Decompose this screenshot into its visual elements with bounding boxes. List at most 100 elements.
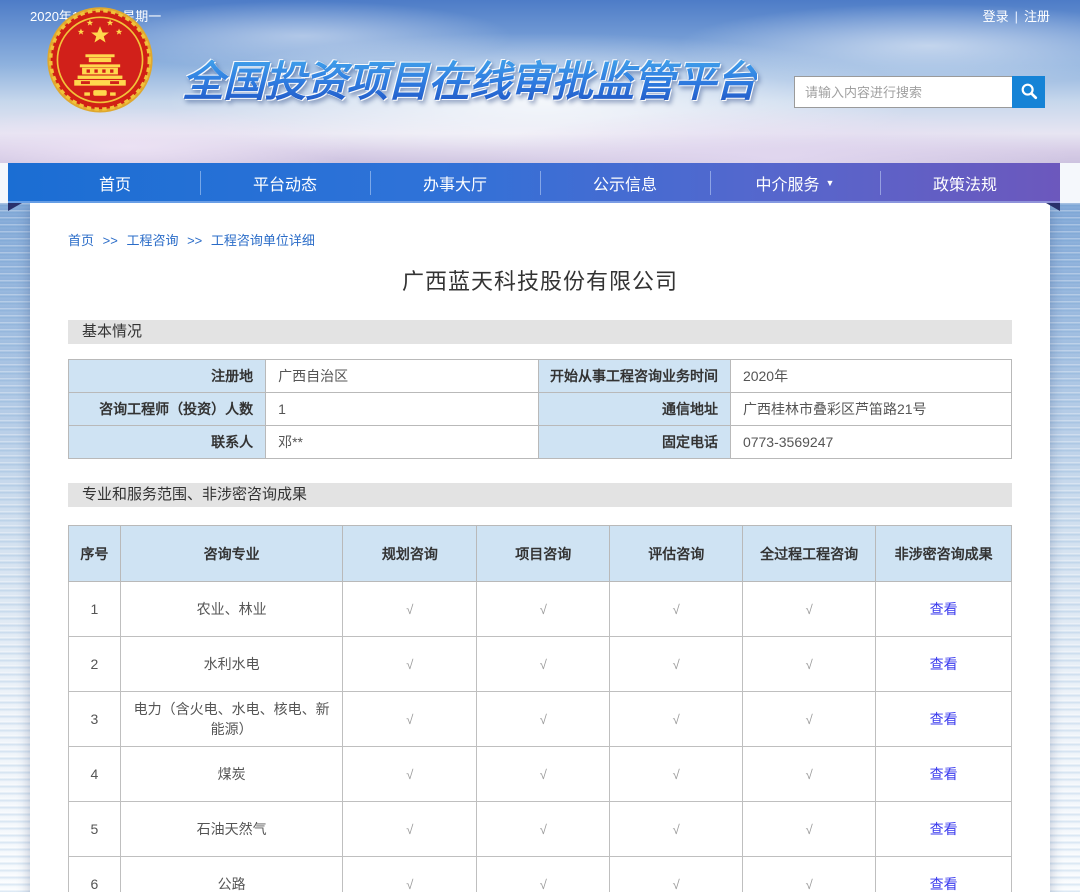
checkmark: √ bbox=[610, 747, 743, 802]
view-link[interactable]: 查看 bbox=[930, 821, 958, 837]
field-value: 0773-3569247 bbox=[730, 426, 1011, 459]
row-specialty: 煤炭 bbox=[120, 747, 343, 802]
field-label: 咨询工程师（投资）人数 bbox=[69, 393, 266, 426]
row-no: 4 bbox=[69, 747, 121, 802]
breadcrumb-separator: >> bbox=[187, 233, 202, 248]
checkmark: √ bbox=[743, 637, 876, 692]
row-no: 6 bbox=[69, 857, 121, 892]
table-row: 6 公路 √ √ √ √ 查看 bbox=[69, 857, 1012, 892]
checkmark: √ bbox=[743, 582, 876, 637]
table-row: 3 电力（含火电、水电、核电、新能源） √ √ √ √ 查看 bbox=[69, 692, 1012, 747]
search-icon bbox=[1020, 82, 1038, 103]
breadcrumb: 首页 >> 工程咨询 >> 工程咨询单位详细 bbox=[68, 230, 1012, 249]
col-header-results: 非涉密咨询成果 bbox=[876, 526, 1012, 582]
page-title: 广西蓝天科技股份有限公司 bbox=[68, 264, 1012, 296]
col-header-evaluation: 评估咨询 bbox=[610, 526, 743, 582]
field-value: 广西桂林市叠彩区芦笛路21号 bbox=[730, 393, 1011, 426]
nav-item-policies[interactable]: 政策法规 bbox=[880, 163, 1050, 203]
content-card: 首页 >> 工程咨询 >> 工程咨询单位详细 广西蓝天科技股份有限公司 基本情况… bbox=[30, 203, 1050, 892]
checkmark: √ bbox=[343, 802, 477, 857]
nav-item-intermediary-services[interactable]: 中介服务 ▼ bbox=[710, 163, 880, 203]
basic-info-table: 注册地 广西自治区 开始从事工程咨询业务时间 2020年 咨询工程师（投资）人数… bbox=[68, 359, 1012, 459]
checkmark: √ bbox=[477, 802, 610, 857]
checkmark: √ bbox=[343, 637, 477, 692]
breadcrumb-home[interactable]: 首页 bbox=[68, 233, 94, 248]
checkmark: √ bbox=[610, 692, 743, 747]
breadcrumb-unit-detail[interactable]: 工程咨询单位详细 bbox=[211, 233, 315, 248]
auth-divider: | bbox=[1015, 9, 1018, 24]
field-label: 注册地 bbox=[69, 360, 266, 393]
view-link[interactable]: 查看 bbox=[930, 711, 958, 727]
row-specialty: 农业、林业 bbox=[120, 582, 343, 637]
row-specialty: 公路 bbox=[120, 857, 343, 892]
col-header-project: 项目咨询 bbox=[477, 526, 610, 582]
row-no: 1 bbox=[69, 582, 121, 637]
checkmark: √ bbox=[610, 582, 743, 637]
table-row: 2 水利水电 √ √ √ √ 查看 bbox=[69, 637, 1012, 692]
row-specialty: 电力（含火电、水电、核电、新能源） bbox=[120, 692, 343, 747]
login-link[interactable]: 登录 bbox=[983, 9, 1009, 24]
page-background: 首页 >> 工程咨询 >> 工程咨询单位详细 广西蓝天科技股份有限公司 基本情况… bbox=[0, 203, 1080, 892]
checkmark: √ bbox=[343, 747, 477, 802]
row-no: 5 bbox=[69, 802, 121, 857]
checkmark: √ bbox=[477, 747, 610, 802]
search-input[interactable] bbox=[794, 76, 1012, 108]
row-no: 2 bbox=[69, 637, 121, 692]
brand-row: 全国投资项目在线审批监管平台 bbox=[0, 30, 1080, 163]
section-basic-info: 基本情况 bbox=[68, 320, 1012, 344]
checkmark: √ bbox=[743, 747, 876, 802]
table-row: 1 农业、林业 √ √ √ √ 查看 bbox=[69, 582, 1012, 637]
table-row: 注册地 广西自治区 开始从事工程咨询业务时间 2020年 bbox=[69, 360, 1012, 393]
view-link[interactable]: 查看 bbox=[930, 766, 958, 782]
col-header-no: 序号 bbox=[69, 526, 121, 582]
search-button[interactable] bbox=[1012, 76, 1045, 108]
nav-item-public-info[interactable]: 公示信息 bbox=[540, 163, 710, 203]
checkmark: √ bbox=[610, 637, 743, 692]
checkmark: √ bbox=[477, 582, 610, 637]
row-specialty: 水利水电 bbox=[120, 637, 343, 692]
checkmark: √ bbox=[343, 692, 477, 747]
row-no: 3 bbox=[69, 692, 121, 747]
table-row: 5 石油天然气 √ √ √ √ 查看 bbox=[69, 802, 1012, 857]
checkmark: √ bbox=[477, 857, 610, 892]
checkmark: √ bbox=[343, 582, 477, 637]
col-header-whole-process: 全过程工程咨询 bbox=[743, 526, 876, 582]
table-row: 咨询工程师（投资）人数 1 通信地址 广西桂林市叠彩区芦笛路21号 bbox=[69, 393, 1012, 426]
col-header-specialty: 咨询专业 bbox=[120, 526, 343, 582]
field-value: 邓** bbox=[266, 426, 539, 459]
national-emblem-icon bbox=[44, 5, 156, 117]
checkmark: √ bbox=[343, 857, 477, 892]
nav-item-platform-news[interactable]: 平台动态 bbox=[200, 163, 370, 203]
field-value: 广西自治区 bbox=[266, 360, 539, 393]
table-row: 4 煤炭 √ √ √ √ 查看 bbox=[69, 747, 1012, 802]
search-box bbox=[794, 76, 1045, 108]
field-label: 联系人 bbox=[69, 426, 266, 459]
checkmark: √ bbox=[477, 692, 610, 747]
col-header-planning: 规划咨询 bbox=[343, 526, 477, 582]
checkmark: √ bbox=[743, 802, 876, 857]
table-row: 联系人 邓** 固定电话 0773-3569247 bbox=[69, 426, 1012, 459]
view-link[interactable]: 查看 bbox=[930, 876, 958, 892]
breadcrumb-consulting[interactable]: 工程咨询 bbox=[126, 233, 178, 248]
view-link[interactable]: 查看 bbox=[930, 656, 958, 672]
checkmark: √ bbox=[610, 857, 743, 892]
nav-item-home[interactable]: 首页 bbox=[30, 163, 200, 203]
register-link[interactable]: 注册 bbox=[1024, 9, 1050, 24]
field-label: 通信地址 bbox=[538, 393, 730, 426]
auth-links: 登录 | 注册 bbox=[983, 6, 1050, 25]
main-nav: 首页 平台动态 办事大厅 公示信息 中介服务 ▼ 政策法规 bbox=[8, 163, 1060, 203]
checkmark: √ bbox=[743, 692, 876, 747]
field-value: 1 bbox=[266, 393, 539, 426]
field-value: 2020年 bbox=[730, 360, 1011, 393]
breadcrumb-separator: >> bbox=[103, 233, 118, 248]
nav-items: 首页 平台动态 办事大厅 公示信息 中介服务 ▼ 政策法规 bbox=[30, 163, 1050, 203]
site-header: 2020年11月9日 星期一 登录|注册 bbox=[0, 0, 1080, 163]
table-header-row: 序号 咨询专业 规划咨询 项目咨询 评估咨询 全过程工程咨询 非涉密咨询成果 bbox=[69, 526, 1012, 582]
services-table: 序号 咨询专业 规划咨询 项目咨询 评估咨询 全过程工程咨询 非涉密咨询成果 1… bbox=[68, 525, 1012, 892]
checkmark: √ bbox=[610, 802, 743, 857]
checkmark: √ bbox=[743, 857, 876, 892]
view-link[interactable]: 查看 bbox=[930, 601, 958, 617]
site-title: 全国投资项目在线审批监管平台 bbox=[182, 48, 757, 109]
nav-item-service-hall[interactable]: 办事大厅 bbox=[370, 163, 540, 203]
field-label: 开始从事工程咨询业务时间 bbox=[538, 360, 730, 393]
